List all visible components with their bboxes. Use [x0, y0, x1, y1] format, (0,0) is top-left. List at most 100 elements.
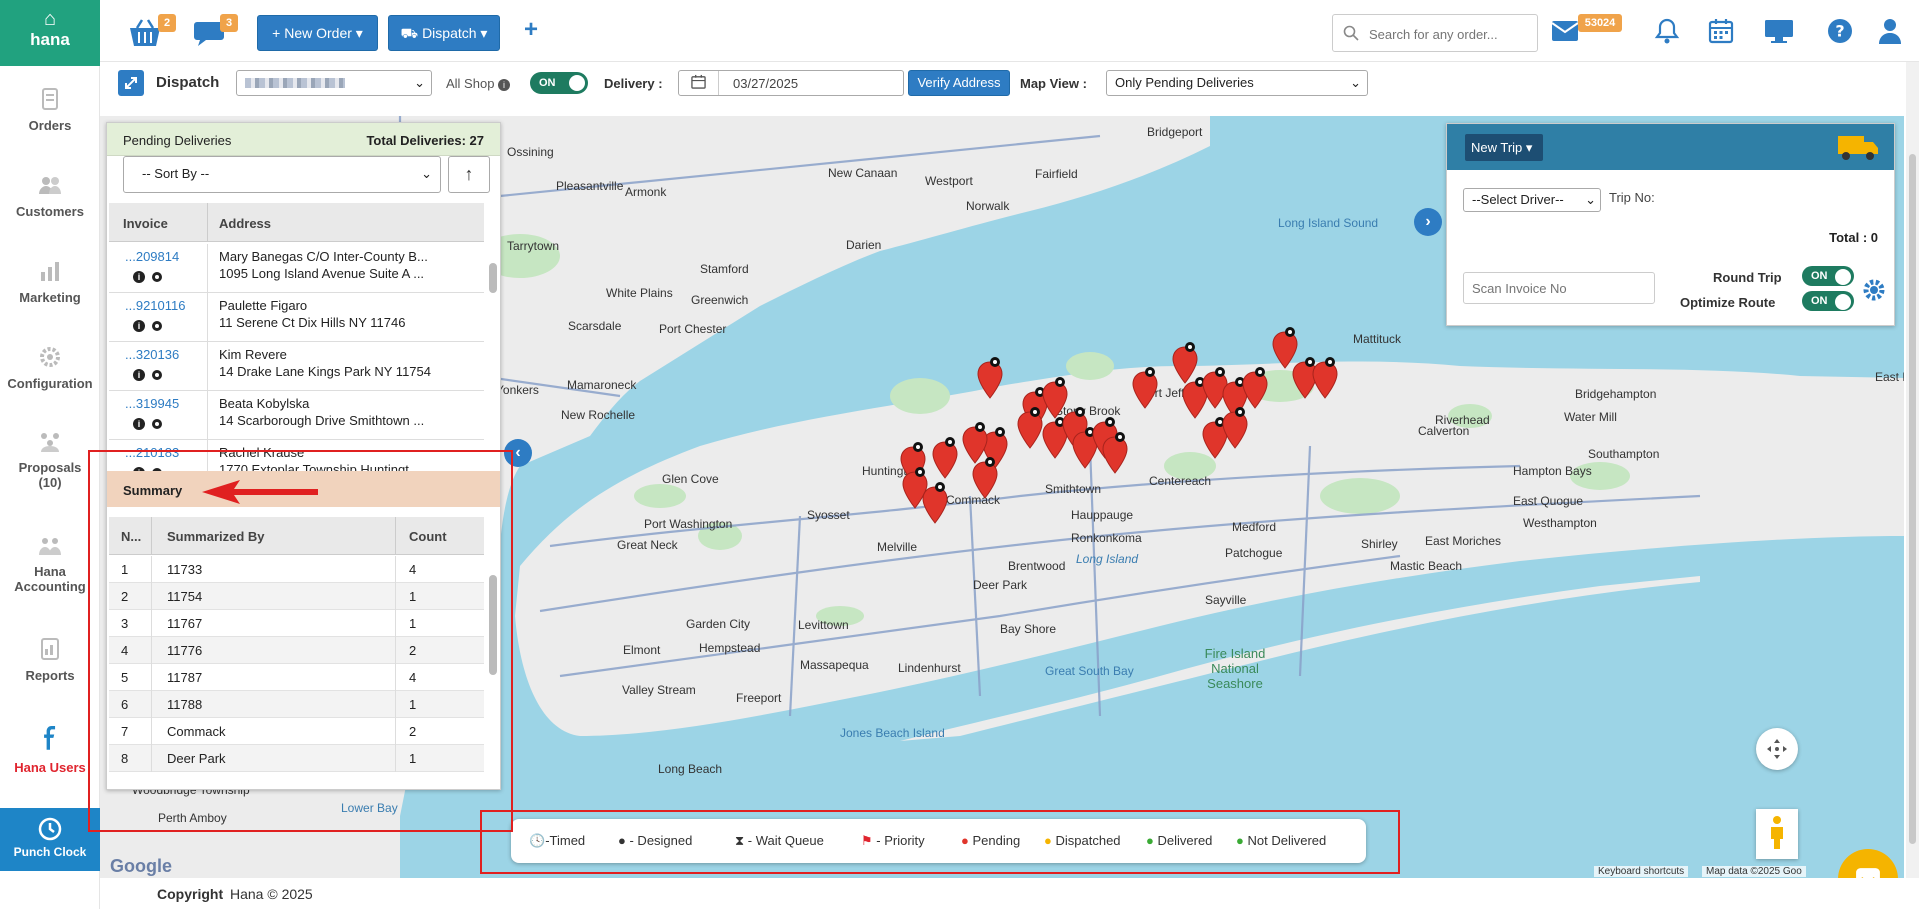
- sidebar-item-orders[interactable]: Orders: [0, 86, 100, 133]
- pending-pin-icon[interactable]: [1100, 431, 1130, 475]
- notifications-button[interactable]: [1654, 18, 1680, 44]
- scrollbar-thumb[interactable]: [489, 263, 497, 293]
- all-shop-toggle[interactable]: ON: [530, 72, 588, 94]
- table-row[interactable]: ...319945 Beata Kobylska 14 Scarborough …: [109, 391, 484, 440]
- pending-pin-icon[interactable]: [1310, 356, 1340, 400]
- invoice-link[interactable]: ...320136: [125, 347, 179, 362]
- new-trip-label: New Trip: [1471, 140, 1523, 155]
- map-label: East Quogue: [1513, 494, 1584, 508]
- punch-clock-button[interactable]: Punch Clock: [0, 808, 100, 871]
- pending-title: Pending Deliveries: [123, 133, 232, 148]
- all-shop-label: All Shop i: [446, 76, 511, 91]
- help-button[interactable]: ?: [1827, 18, 1853, 44]
- pending-scrollbar[interactable]: [488, 245, 498, 455]
- chevron-down-icon: ⌄: [1350, 75, 1361, 90]
- pending-pin-icon[interactable]: [970, 456, 1000, 500]
- display-button[interactable]: [1764, 18, 1794, 44]
- map-label: Great Neck: [617, 538, 678, 552]
- svg-text:?: ?: [1835, 22, 1844, 41]
- map-label: Yonkers: [496, 383, 539, 397]
- footer-brand: Hana © 2025: [230, 886, 313, 902]
- col-invoice: Invoice: [123, 216, 168, 231]
- sidebar-item-proposals[interactable]: Proposals (10): [0, 428, 100, 490]
- user-icon: [1879, 19, 1901, 44]
- shop-select[interactable]: ⌄: [236, 70, 432, 96]
- map-label: Levittown: [798, 618, 849, 632]
- punch-clock-label: Punch Clock: [13, 845, 87, 859]
- sort-direction-button[interactable]: ↑: [448, 156, 490, 193]
- toggle-trip-panel-button[interactable]: ›: [1414, 208, 1442, 236]
- sort-select[interactable]: -- Sort By -- ⌄: [123, 156, 441, 193]
- search-input[interactable]: [1369, 23, 1533, 45]
- page-scrollbar[interactable]: [1906, 62, 1919, 878]
- cart-button[interactable]: [128, 18, 162, 50]
- new-order-button[interactable]: + New Order ▾: [257, 15, 378, 51]
- driver-select[interactable]: --Select Driver-- ⌄: [1463, 188, 1601, 212]
- sidebar-item-marketing[interactable]: Marketing: [0, 258, 100, 305]
- page-scrollbar-thumb[interactable]: [1909, 154, 1916, 844]
- pending-pin-icon[interactable]: [1220, 406, 1250, 450]
- verify-address-button[interactable]: Verify Address: [908, 70, 1010, 96]
- keyboard-shortcuts-link[interactable]: Keyboard shortcuts: [1594, 866, 1689, 877]
- map-label: Greenwich: [691, 293, 749, 307]
- delivery-label: Delivery :: [604, 76, 663, 91]
- invoice-link[interactable]: ...209814: [125, 249, 179, 264]
- map-view-select[interactable]: Only Pending Deliveries ⌄: [1106, 70, 1368, 96]
- map-label: Long Beach: [658, 762, 723, 776]
- map-label: Mastic Beach: [1390, 559, 1463, 573]
- map-label: Bay Shore: [1000, 622, 1057, 636]
- info-icon[interactable]: i: [133, 418, 145, 430]
- pending-pin-icon[interactable]: [920, 481, 950, 525]
- sidebar-item-sub: (10): [38, 475, 62, 490]
- table-row[interactable]: ...9210116 Paulette Figaro 11 Serene Ct …: [109, 293, 484, 342]
- locate-button[interactable]: [1756, 728, 1798, 770]
- scan-invoice-input[interactable]: [1463, 272, 1655, 304]
- map-label: East Moriches: [1425, 534, 1502, 548]
- expand-button[interactable]: [118, 70, 144, 96]
- info-icon[interactable]: i: [133, 369, 145, 381]
- map-view-label: Map View :: [1020, 76, 1087, 91]
- sidebar-item-configuration[interactable]: Configuration: [0, 344, 100, 391]
- info-icon[interactable]: i: [133, 271, 145, 283]
- pending-pin-icon[interactable]: [1240, 366, 1270, 410]
- map-label: Smithtown: [1045, 482, 1102, 496]
- pending-pin-icon[interactable]: [1130, 366, 1160, 410]
- sidebar-item-customers[interactable]: Customers: [0, 172, 100, 219]
- all-shop-text: All Shop: [446, 76, 495, 91]
- gear-icon[interactable]: [1861, 277, 1887, 303]
- orders-icon: [42, 88, 58, 110]
- trip-total: Total : 0: [1829, 230, 1878, 245]
- designer-icon: [152, 370, 162, 380]
- basket-icon: [130, 19, 160, 46]
- mail-button[interactable]: [1551, 20, 1579, 42]
- info-icon[interactable]: i: [133, 320, 145, 332]
- dispatch-button[interactable]: ⛟ Dispatch ▾: [388, 15, 500, 51]
- cart-count-badge: 2: [158, 14, 176, 32]
- pending-pin-icon[interactable]: [975, 356, 1005, 400]
- invoice-link[interactable]: ...319945: [125, 396, 179, 411]
- customer-address: 14 Drake Lane Kings Park NY 11754: [219, 364, 431, 379]
- brand-name: hana: [30, 30, 70, 49]
- user-menu-button[interactable]: [1877, 18, 1903, 44]
- sidebar-item-accounting[interactable]: Hana Accounting: [0, 532, 100, 594]
- optimize-route-toggle[interactable]: ON: [1802, 291, 1854, 311]
- col-divider: [207, 293, 208, 342]
- invoice-link[interactable]: ...9210116: [125, 298, 185, 313]
- pending-pin-icon[interactable]: [930, 436, 960, 480]
- chevron-left-icon: ‹: [515, 444, 521, 461]
- calendar-button[interactable]: [1708, 18, 1734, 44]
- map-label: Syosset: [807, 508, 850, 522]
- sidebar-item-reports[interactable]: Reports: [0, 636, 100, 683]
- col-address: Address: [219, 216, 272, 231]
- table-row[interactable]: ...320136 Kim Revere 14 Drake Lane Kings…: [109, 342, 484, 391]
- sidebar-item-hana-users[interactable]: Hana Users: [0, 720, 100, 775]
- street-view-button[interactable]: [1756, 809, 1798, 859]
- delivery-date-input[interactable]: 03/27/2025: [678, 70, 904, 96]
- sidebar-item-label: Proposals: [18, 460, 82, 475]
- trip-header: New Trip ▾: [1447, 124, 1894, 170]
- table-row[interactable]: ...209814 Mary Banegas C/O Inter-County …: [109, 244, 484, 293]
- new-trip-button[interactable]: New Trip ▾: [1465, 134, 1543, 161]
- logo[interactable]: ⌂ hana: [0, 0, 100, 66]
- add-tab-icon[interactable]: +: [524, 16, 538, 44]
- round-trip-toggle[interactable]: ON: [1802, 266, 1854, 286]
